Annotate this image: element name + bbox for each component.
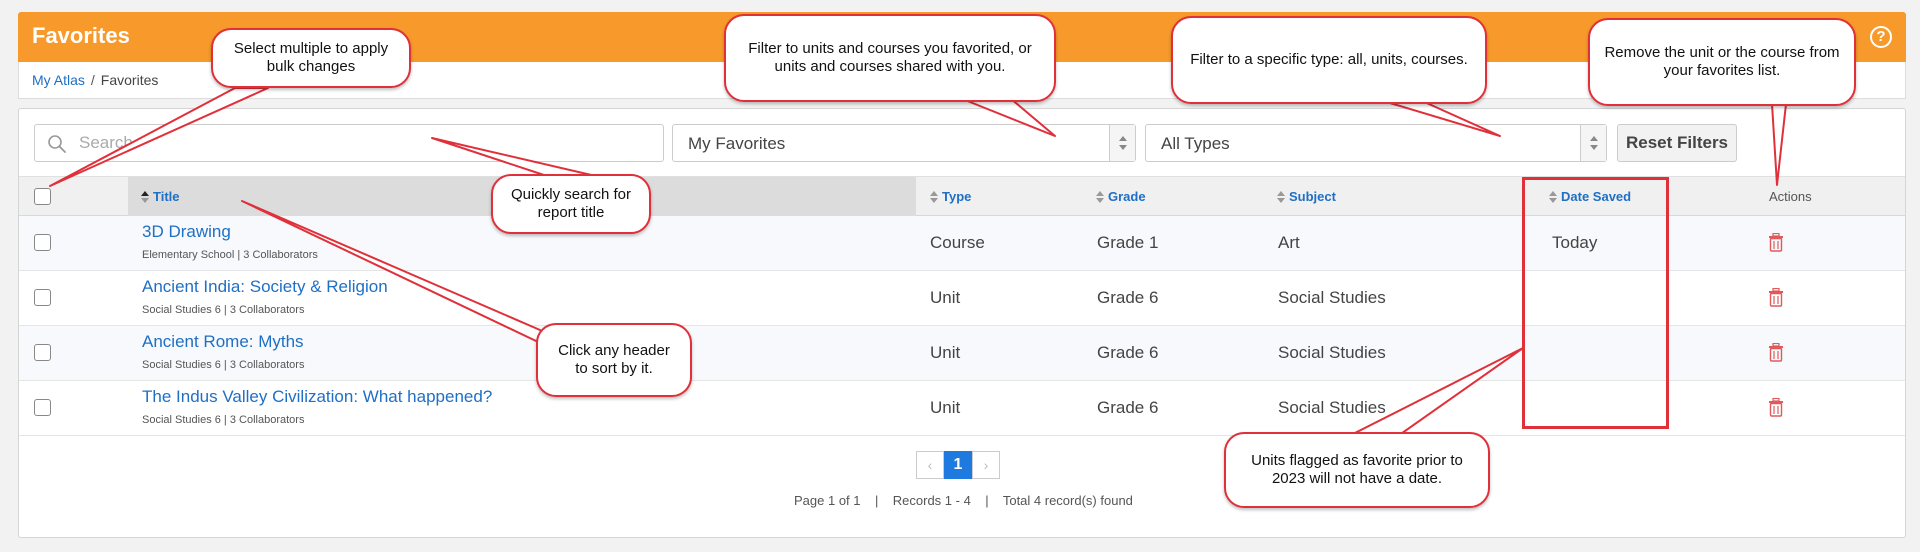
column-actions-label: Actions (1769, 189, 1812, 204)
callout-remove: Remove the unit or the course from your … (1588, 18, 1856, 106)
row-title-link[interactable]: 3D Drawing (142, 222, 231, 242)
row-checkbox[interactable] (34, 399, 51, 416)
row-title-link[interactable]: Ancient Rome: Myths (142, 332, 304, 352)
row-subject: Art (1278, 233, 1300, 252)
row-checkbox[interactable] (34, 289, 51, 306)
row-title-link[interactable]: Ancient India: Society & Religion (142, 277, 388, 297)
column-header-title[interactable]: Title (141, 189, 180, 204)
search-box (34, 124, 664, 162)
row-title-link[interactable]: The Indus Valley Civilization: What happ… (142, 387, 492, 407)
trash-icon[interactable] (1768, 343, 1784, 362)
trash-icon[interactable] (1768, 233, 1784, 252)
column-header-subject[interactable]: Subject (1277, 189, 1336, 204)
prev-page-button[interactable]: ‹ (916, 451, 944, 479)
select-all-checkbox[interactable] (34, 188, 51, 205)
date-saved-highlight (1522, 177, 1669, 429)
row-checkbox[interactable] (34, 234, 51, 251)
select-arrows-icon (1109, 125, 1135, 161)
pagination: ‹ 1 › (916, 451, 1000, 479)
row-grade: Grade 6 (1097, 398, 1159, 417)
breadcrumb-my-atlas[interactable]: My Atlas (32, 72, 85, 88)
sort-icon (141, 190, 149, 203)
row-subject: Social Studies (1278, 398, 1386, 417)
breadcrumb: My Atlas / Favorites (32, 72, 158, 88)
sort-icon (1277, 190, 1285, 203)
favorites-filter-select[interactable]: My Favorites (672, 124, 1136, 162)
callout-sort: Click any header to sort by it. (536, 323, 692, 397)
select-arrows-icon (1580, 125, 1606, 161)
page-1-button[interactable]: 1 (944, 451, 972, 479)
row-grade: Grade 6 (1097, 288, 1159, 307)
page-title: Favorites (32, 23, 130, 48)
row-grade: Grade 6 (1097, 343, 1159, 362)
row-meta: Elementary School | 3 Collaborators (142, 249, 318, 261)
row-subject: Social Studies (1278, 288, 1386, 307)
row-type: Course (930, 233, 985, 252)
row-type: Unit (930, 343, 961, 362)
row-type: Unit (930, 288, 961, 307)
column-header-actions: Actions (1769, 189, 1812, 204)
sort-icon (930, 190, 938, 203)
reset-filters-button[interactable]: Reset Filters (1617, 124, 1737, 162)
callout-search: Quickly search for report title (491, 174, 651, 234)
breadcrumb-current: Favorites (100, 72, 159, 88)
row-meta: Social Studies 6 | 3 Collaborators (142, 304, 305, 316)
next-page-button[interactable]: › (972, 451, 1000, 479)
column-title-label: Title (153, 189, 180, 204)
row-meta: Social Studies 6 | 3 Collaborators (142, 414, 305, 426)
breadcrumb-separator: / (90, 72, 95, 88)
trash-icon[interactable] (1768, 288, 1784, 307)
callout-date-note: Units flagged as favorite prior to 2023 … (1224, 432, 1490, 508)
column-type-label: Type (942, 189, 972, 204)
column-header-grade[interactable]: Grade (1096, 189, 1146, 204)
row-grade: Grade 1 (1097, 233, 1159, 252)
row-meta: Social Studies 6 | 3 Collaborators (142, 359, 305, 371)
column-header-type[interactable]: Type (930, 189, 971, 204)
favorites-filter-value: My Favorites (688, 134, 786, 153)
trash-icon[interactable] (1768, 398, 1784, 417)
search-input[interactable] (79, 125, 649, 161)
question-circle-icon[interactable]: ? (1870, 26, 1892, 48)
pagination-info: Page 1 of 1 | Records 1 - 4 | Total 4 re… (794, 493, 1133, 508)
column-subject-label: Subject (1289, 189, 1336, 204)
row-subject: Social Studies (1278, 343, 1386, 362)
row-type: Unit (930, 398, 961, 417)
callout-bulk-changes: Select multiple to apply bulk changes (211, 28, 411, 88)
callout-filter-type: Filter to a specific type: all, units, c… (1171, 16, 1487, 104)
callout-filter-favorites: Filter to units and courses you favorite… (724, 14, 1056, 102)
row-checkbox[interactable] (34, 344, 51, 361)
search-icon (48, 135, 66, 153)
type-filter-select[interactable]: All Types (1145, 124, 1607, 162)
column-grade-label: Grade (1108, 189, 1146, 204)
sort-icon (1096, 190, 1104, 203)
type-filter-value: All Types (1161, 134, 1230, 153)
